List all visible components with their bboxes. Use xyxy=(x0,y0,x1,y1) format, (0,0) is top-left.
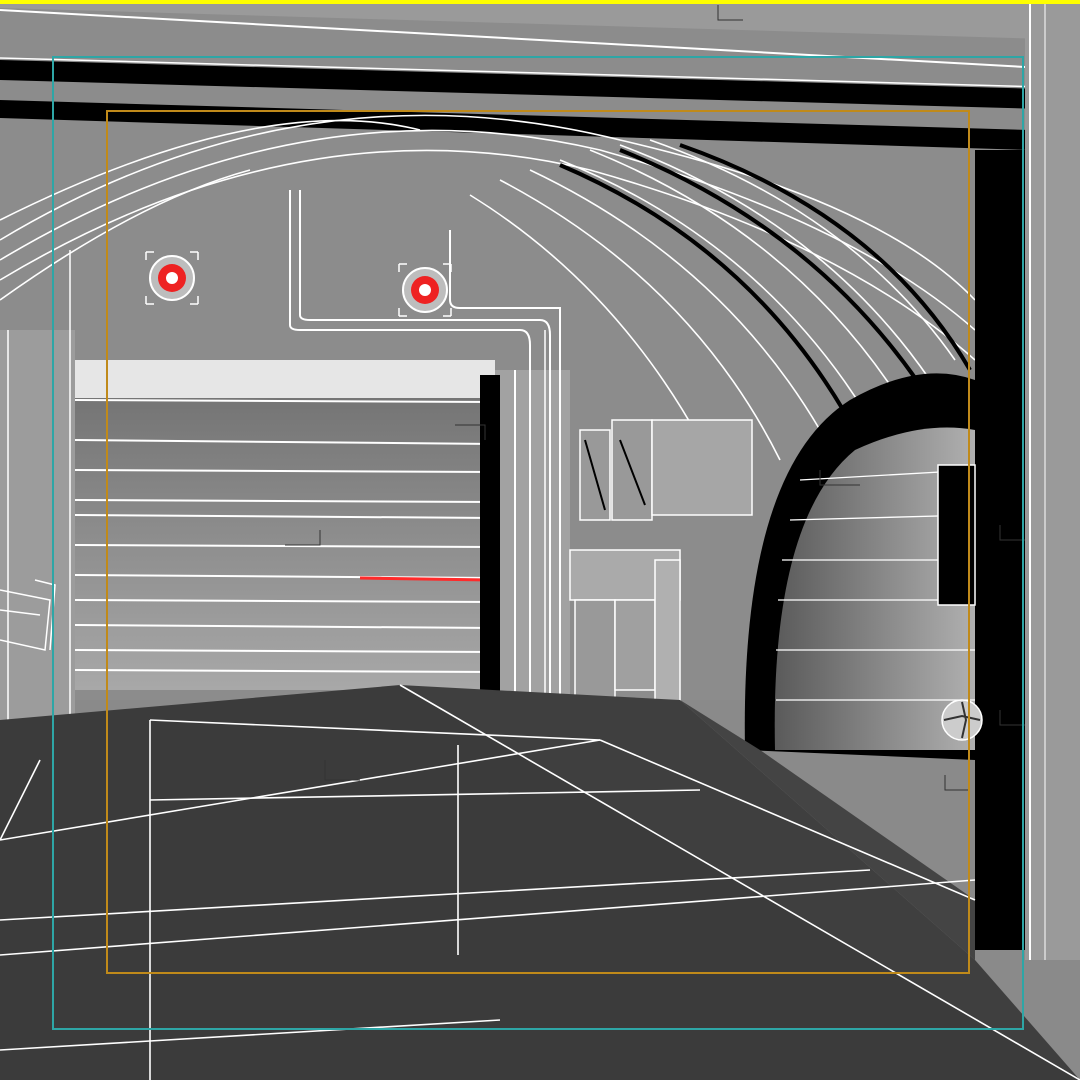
scene-wireframe[interactable] xyxy=(0,0,1080,1080)
center-pillar[interactable] xyxy=(480,330,570,700)
right-wall[interactable] xyxy=(1025,0,1080,960)
left-column[interactable] xyxy=(0,330,75,720)
fan-icon xyxy=(941,699,983,741)
hangar-shutter-door[interactable] xyxy=(74,360,496,690)
right-pillar-dark[interactable] xyxy=(975,150,1025,950)
selected-edge[interactable] xyxy=(359,576,491,582)
viewport-perspective[interactable] xyxy=(0,0,1080,1080)
